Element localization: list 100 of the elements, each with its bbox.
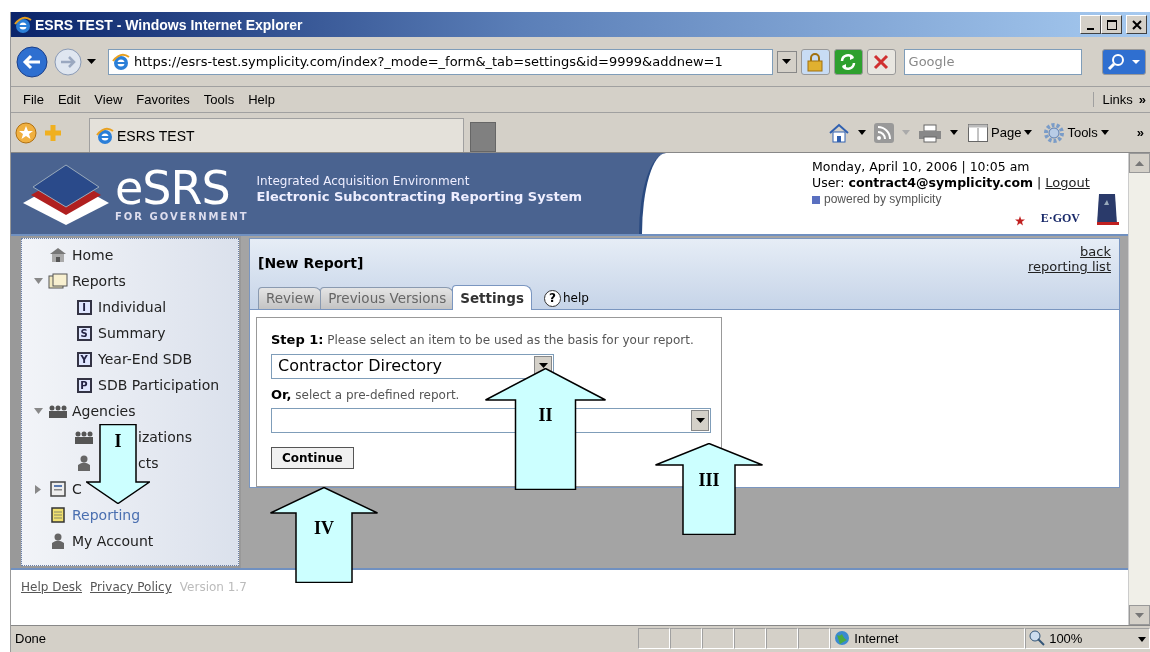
address-field[interactable]: https://esrs-test.symplicity.com/index?_mode=_form&_tab=settings&id=9999&addnew=1	[108, 48, 774, 75]
url-text: https://esrs-test.symplicity.com/index?_mode=_form&_tab=settings&id=9999&addnew=1	[134, 52, 723, 71]
cross-icon	[873, 53, 890, 70]
close-icon	[1131, 19, 1142, 30]
feed-icon[interactable]	[874, 122, 895, 143]
status-pane	[638, 627, 671, 649]
scroll-down-button[interactable]	[1129, 605, 1150, 625]
person-icon	[77, 455, 91, 471]
scroll-up-button[interactable]	[1129, 153, 1150, 173]
sidebar-item[interactable]: izations	[138, 426, 192, 448]
more-commands-button[interactable]: »	[1134, 125, 1146, 140]
expanded-triangle-icon[interactable]	[33, 278, 43, 284]
search-field[interactable]: Google	[903, 48, 1082, 75]
menu-item[interactable]: Edit	[53, 92, 91, 107]
letter-icon: Y	[76, 351, 92, 367]
search-button[interactable]	[1101, 48, 1146, 75]
header-subtitle: Integrated Acquisition Environment	[256, 173, 471, 189]
minimize-button[interactable]	[1080, 15, 1101, 34]
panel-title: [New Report]	[258, 254, 364, 273]
status-pane	[734, 627, 767, 649]
status-pane	[766, 627, 799, 649]
links-label: Links	[1102, 92, 1133, 107]
user-text: User: contract4@symplicity.com |	[812, 175, 1042, 192]
home-icon[interactable]	[828, 122, 851, 143]
tab[interactable]: Settings	[452, 285, 532, 310]
sidebar-item[interactable]: Individual	[98, 296, 167, 318]
globe-icon	[834, 630, 851, 646]
footer-link[interactable]: Help Desk	[21, 580, 82, 594]
nav-link[interactable]: reporting list	[1027, 259, 1111, 275]
gear-icon	[1044, 122, 1065, 143]
down-arrow-icon	[1135, 612, 1144, 618]
version-text: Version 1.7	[179, 580, 247, 594]
powered-by-text: powered by symplicity	[824, 191, 942, 208]
date-time-text: Monday, April 10, 2006 | 10:05 am	[812, 159, 1031, 176]
scrollbar[interactable]	[1128, 153, 1150, 625]
caret-icon[interactable]	[950, 130, 959, 135]
sidebar-item[interactable]: cts	[138, 452, 159, 474]
menu-item[interactable]: File	[19, 92, 54, 107]
menu-item[interactable]: View	[90, 92, 133, 107]
status-text: Done	[14, 630, 48, 646]
callout-label: III	[698, 471, 720, 489]
continue-button[interactable]: Continue	[271, 447, 354, 469]
help-icon: ?	[543, 289, 561, 307]
clipboard-icon	[50, 481, 66, 497]
padlock-icon	[807, 51, 824, 72]
maximize-icon	[1106, 19, 1117, 30]
logout-link[interactable]: Logout	[1045, 175, 1090, 192]
refresh-button[interactable]	[833, 48, 863, 75]
browser-tab[interactable]: ESRS TEST	[89, 118, 464, 152]
caret-icon	[782, 58, 792, 65]
sidebar-item[interactable]: Summary	[98, 322, 166, 344]
notebook-icon	[51, 507, 65, 523]
page-menu-button[interactable]: Page	[966, 123, 1035, 142]
sidebar-item[interactable]: Reporting	[72, 504, 141, 526]
window-title: ESRS TEST - Windows Internet Explorer	[35, 16, 303, 33]
stop-button[interactable]	[866, 48, 896, 75]
address-dropdown-button[interactable]	[777, 50, 797, 73]
sidebar-item[interactable]: Agencies	[72, 400, 136, 422]
printer-icon[interactable]	[918, 122, 943, 143]
caret-icon[interactable]	[858, 130, 867, 135]
egov-logo-text: E·GOV	[1040, 210, 1080, 226]
square-bullet-icon	[812, 195, 820, 204]
close-button[interactable]	[1126, 15, 1147, 34]
logo-text: eSRS	[115, 165, 230, 211]
step-instruction: Step 1: Please select an item to be used as the basis for your report.	[271, 331, 695, 349]
sidebar-item[interactable]: Year-End SDB	[98, 348, 193, 370]
help-button[interactable]: ? help	[543, 289, 589, 307]
caret-icon	[1138, 636, 1147, 642]
minimize-icon	[1087, 28, 1094, 31]
search-icon	[1105, 52, 1142, 71]
tab[interactable]: Review	[258, 287, 323, 309]
award-plaque-icon	[1096, 191, 1120, 226]
or-instruction: Or, select a pre-defined report.	[271, 385, 461, 404]
back-button[interactable]	[15, 44, 49, 79]
expanded-triangle-icon[interactable]	[33, 408, 43, 414]
letter-icon: P	[76, 377, 92, 393]
callout-label: I	[114, 432, 122, 450]
sidebar-item[interactable]: My Account	[72, 530, 154, 552]
house-icon	[49, 247, 67, 263]
maximize-button[interactable]	[1101, 15, 1122, 34]
footer-link[interactable]: Privacy Policy	[90, 580, 172, 594]
caret-icon	[87, 59, 96, 66]
zoom-magnifier-icon	[1029, 630, 1046, 646]
star-icon	[1014, 215, 1025, 226]
select-field[interactable]: Contractor Directory	[271, 353, 554, 379]
caret-icon	[1100, 130, 1109, 135]
sidebar-item[interactable]: Reports	[72, 270, 126, 292]
sidebar-item[interactable]: Home	[72, 244, 114, 266]
tab[interactable]: Previous Versions	[320, 287, 455, 309]
links-more-button[interactable]: »	[1138, 92, 1146, 107]
nav-link[interactable]: back	[1080, 245, 1111, 260]
sidebar-item[interactable]: C	[72, 478, 82, 500]
menu-item[interactable]: Favorites	[132, 92, 200, 107]
tools-menu-button[interactable]: Tools	[1042, 122, 1111, 143]
people-icon	[48, 404, 68, 418]
collapsed-triangle-icon[interactable]	[35, 484, 41, 494]
sidebar-item[interactable]: SDB Participation	[98, 374, 220, 396]
zoom-button[interactable]: 100%	[1025, 627, 1150, 649]
menu-item[interactable]: Tools	[199, 92, 245, 107]
menu-item[interactable]: Help	[244, 92, 285, 107]
